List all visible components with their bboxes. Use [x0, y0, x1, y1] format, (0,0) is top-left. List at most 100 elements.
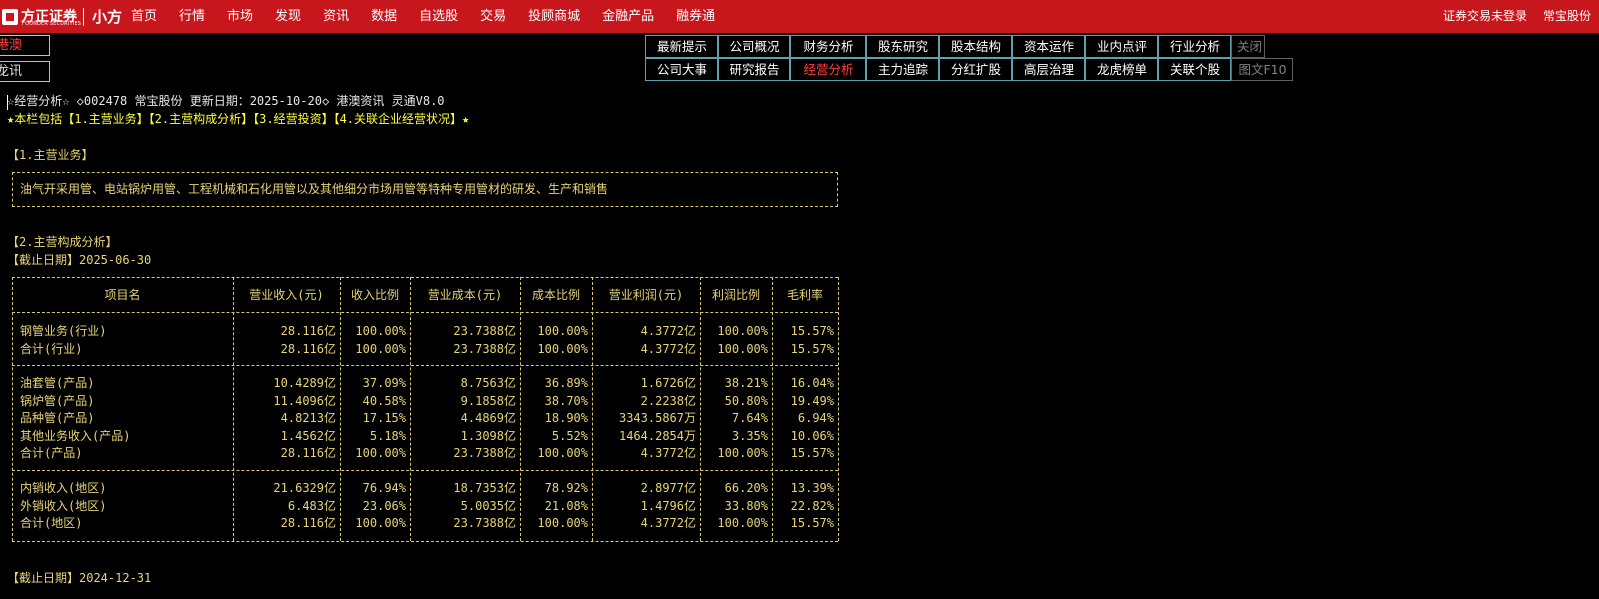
nav-item[interactable]: 数据: [360, 0, 408, 33]
table-cell: 38.21%: [724, 376, 768, 390]
side-tab-longxun[interactable]: 龙讯: [0, 61, 50, 82]
f10-tab[interactable]: 财务分析: [790, 35, 866, 58]
cutoff-date-1: 【截止日期】2025-06-30: [7, 253, 152, 267]
f10-tab[interactable]: 分红扩股: [939, 58, 1012, 81]
table-cell: 15.57%: [790, 516, 834, 531]
f10-tab[interactable]: 经营分析: [790, 58, 866, 81]
f10-tab[interactable]: 关闭: [1231, 35, 1265, 58]
logo-subtext: FOUNDER SECURITIES: [22, 21, 82, 27]
table-cell: 4.3772亿: [640, 516, 696, 531]
table-cell: 9.1858亿: [460, 393, 516, 408]
table-cell: 66.20%: [724, 481, 768, 495]
f10-tab[interactable]: 公司概况: [718, 35, 790, 58]
table-cell: 1.4796亿: [640, 498, 696, 513]
nav-item[interactable]: 交易: [469, 0, 517, 33]
table-cell: 15.57%: [790, 324, 834, 338]
table-cell: 100.00%: [355, 516, 406, 531]
table-cell: 18.7353亿: [453, 481, 516, 495]
table-cell: 7.64%: [731, 411, 768, 426]
table-cell: 23.7388亿: [453, 516, 516, 531]
section1-title: 【1.主营业务】: [7, 148, 94, 162]
table-header-cell: 收入比例: [350, 288, 399, 302]
table-cell: 合计(产品): [20, 446, 83, 461]
f10-tab[interactable]: 最新提示: [645, 35, 718, 58]
table-cell: 合计(地区): [20, 516, 83, 531]
table-cell: 100.00%: [537, 446, 588, 461]
table-cell: 23.7388亿: [453, 446, 516, 461]
logo-divider: [83, 7, 84, 26]
table-cell: 76.94%: [362, 481, 406, 495]
nav-item[interactable]: 投顾商城: [517, 0, 591, 33]
table-cell: 13.39%: [790, 481, 834, 495]
table-cell: 100.00%: [717, 341, 768, 356]
top-bar: 方正证券 FOUNDER SECURITIES 小方 首页 行情 市场 发现 资讯 数据自…: [0, 0, 1599, 33]
nav-item[interactable]: 首页: [120, 0, 168, 33]
table-cell: 6.483亿: [287, 498, 336, 513]
table-header-cell: 项目名: [104, 288, 141, 302]
f10-tab[interactable]: 行业分析: [1158, 35, 1231, 58]
table-top-border: [12, 277, 838, 278]
table-cell: 品种管(产品): [20, 411, 95, 426]
table-cell: 21.6329亿: [273, 481, 336, 495]
nav-item[interactable]: 发现: [264, 0, 312, 33]
f10-tab[interactable]: 业内点评: [1085, 35, 1158, 58]
table-cell: 钢管业务(行业): [20, 324, 107, 338]
f10-tab[interactable]: 关联个股: [1158, 58, 1231, 81]
table-cell: 50.80%: [724, 393, 768, 408]
main-nav: 首页 行情 市场 发现 资讯 数据 自选股 交易 投顾商城 金融产品 融券通: [120, 0, 726, 33]
nav-item[interactable]: 市场: [216, 0, 264, 33]
contents-line: ★本栏包括【1.主营业务】【2.主营构成分析】【3.经营投资】【4.关联企业经营…: [7, 112, 470, 126]
table-cell: 3343.5867万: [618, 411, 696, 426]
f10-tab[interactable]: 高层治理: [1012, 58, 1085, 81]
nav-item[interactable]: 金融产品: [591, 0, 665, 33]
table-cell: 5.0035亿: [460, 498, 516, 513]
table-cell: 38.70%: [544, 393, 588, 408]
side-tab-gangao[interactable]: 港澳: [0, 35, 50, 56]
table-cell: 4.3772亿: [640, 341, 696, 356]
table-cell: 4.8213亿: [280, 411, 336, 426]
table-bottom-border: [12, 541, 838, 542]
page-header: ☆经营分析☆ ◇002478 常宝股份 更新日期：2025-10-20◇ 港澳资…: [7, 94, 445, 108]
f10-tab[interactable]: 公司大事: [645, 58, 718, 81]
table-cell: 15.57%: [790, 341, 834, 356]
table-cell: 100.00%: [717, 516, 768, 531]
table-group-divider: [12, 365, 838, 366]
f10-tab[interactable]: 主力追踪: [866, 58, 939, 81]
table-cell: 37.09%: [362, 376, 406, 390]
table-cell: 100.00%: [537, 516, 588, 531]
table-cell: 21.08%: [544, 498, 588, 513]
current-stock-name[interactable]: 常宝股份: [1535, 0, 1599, 33]
section2-title: 【2.主营构成分析】: [7, 235, 118, 249]
table-header-cell: 成本比例: [531, 288, 580, 302]
nav-item[interactable]: 行情: [168, 0, 216, 33]
table-cell: 33.80%: [724, 498, 768, 513]
table-cell: 19.49%: [790, 393, 834, 408]
table-cell: 22.82%: [790, 498, 834, 513]
table-cell: 锅炉管(产品): [20, 393, 95, 408]
f10-tab[interactable]: 图文F10: [1231, 58, 1293, 81]
nav-item[interactable]: 自选股: [408, 0, 469, 33]
f10-tab[interactable]: 龙虎榜单: [1085, 58, 1158, 81]
f10-tab[interactable]: 股东研究: [866, 35, 939, 58]
f10-tab-grid: 最新提示 公司概况 财务分析 股东研究 股本结构 资本运作 业内点评 行业分析 关闭 公司大事研…: [645, 35, 1293, 81]
f10-tab[interactable]: 股本结构: [939, 35, 1012, 58]
table-cell: 100.00%: [537, 341, 588, 356]
side-tab-gangao-label: 港澳: [0, 38, 23, 53]
f10-tab[interactable]: 资本运作: [1012, 35, 1085, 58]
brand-xiaofang: 小方: [92, 8, 123, 26]
table-cell: 28.116亿: [280, 446, 336, 461]
main-business-text: 油气开采用管、电站锅炉用管、工程机械和石化用管以及其他细分市场用管等特种专用管材…: [20, 182, 609, 196]
f10-tab[interactable]: 研究报告: [718, 58, 790, 81]
table-cell: 18.90%: [544, 411, 588, 426]
table-cell: 6.94%: [797, 411, 834, 426]
table-cell: 100.00%: [355, 324, 406, 338]
table-cell: 4.3772亿: [640, 446, 696, 461]
nav-item[interactable]: 资讯: [312, 0, 360, 33]
table-cell: 23.7388亿: [453, 341, 516, 356]
nav-item[interactable]: 融券通: [665, 0, 726, 33]
login-status-link[interactable]: 证券交易未登录: [1435, 0, 1535, 33]
table-cell: 合计(行业): [20, 341, 83, 356]
table-cell: 外销收入(地区): [20, 498, 107, 513]
table-column-line: [838, 277, 839, 541]
founder-logo[interactable]: 方正证券 FOUNDER SECURITIES 小方: [0, 0, 122, 33]
